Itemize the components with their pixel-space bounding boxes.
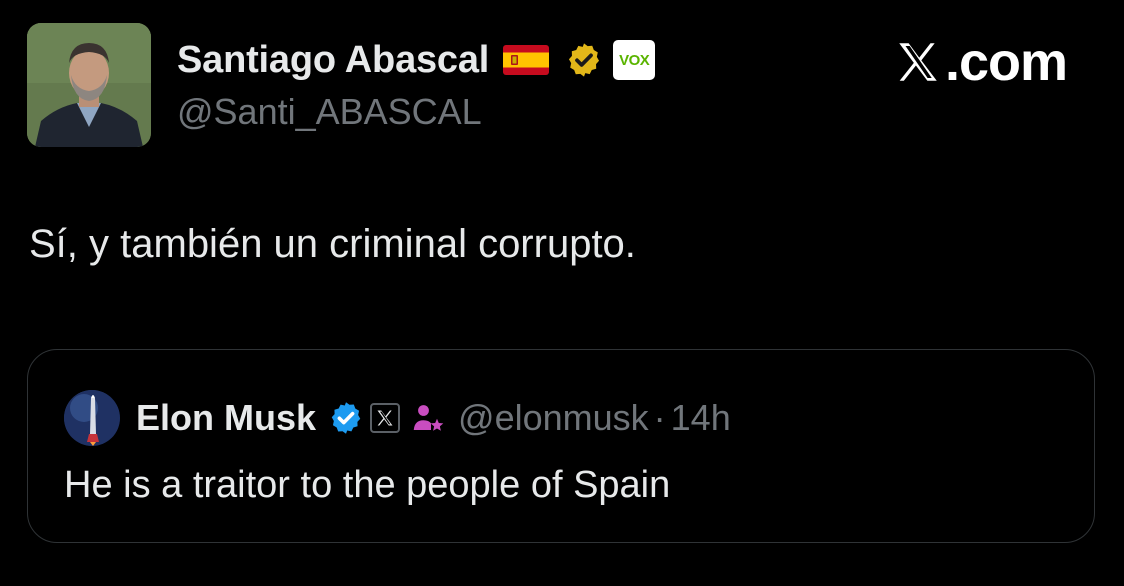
affiliate-person-icon (410, 400, 446, 436)
avatar-portrait (27, 23, 151, 147)
gold-verified-icon[interactable] (565, 41, 603, 79)
author-handle[interactable]: @Santi_ABASCAL (177, 91, 655, 133)
quoted-tweet-header: Elon Musk @elonmusk · 14h (64, 390, 731, 446)
x-logo-icon (893, 37, 943, 87)
quoted-avatar[interactable] (64, 390, 120, 446)
name-row: Santiago Abascal VOX (177, 37, 656, 83)
author-block: Santiago Abascal VOX @Santi_ABASCAL (177, 37, 656, 133)
tweet-text: Sí, y también un criminal corrupto. (29, 222, 636, 266)
quoted-timestamp[interactable]: 14h (671, 397, 731, 439)
brand-label: .com (944, 32, 1068, 92)
quoted-tweet-text: He is a traitor to the people of Spain (64, 464, 671, 506)
vox-affiliate-badge[interactable]: VOX (613, 40, 656, 80)
quoted-tweet-card[interactable]: Elon Musk @elonmusk · 14h He is a traito… (27, 349, 1095, 543)
rocket-avatar-image (64, 390, 120, 446)
quoted-author-handle[interactable]: @elonmusk (458, 397, 649, 439)
separator-dot: · (653, 397, 666, 438)
x-affiliate-badge-icon[interactable] (370, 403, 401, 433)
tweet-header: Santiago Abascal VOX @Santi_ABASCAL (27, 23, 656, 147)
author-name[interactable]: Santiago Abascal (177, 39, 489, 82)
avatar[interactable] (27, 23, 151, 147)
blue-verified-icon[interactable] (328, 400, 364, 436)
brand-watermark: .com (893, 32, 1068, 92)
spain-flag-icon (503, 45, 550, 75)
quoted-author-name[interactable]: Elon Musk (136, 397, 316, 439)
